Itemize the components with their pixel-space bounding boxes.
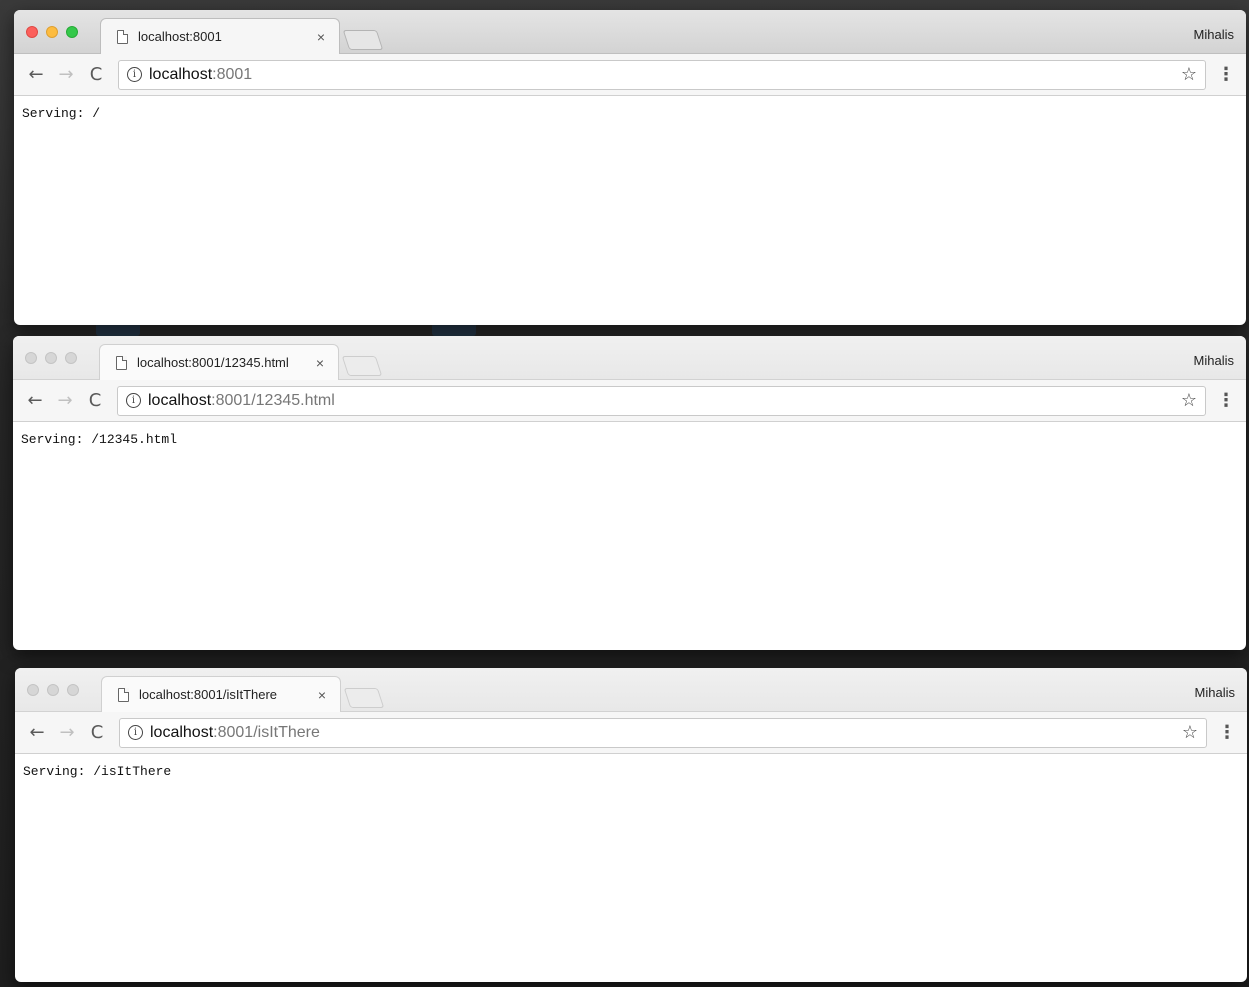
browser-window-2: localhost:8001/12345.html × Mihalis ← → … [13,336,1246,650]
browser-window-3: localhost:8001/isItThere × Mihalis ← → C… [15,668,1247,982]
back-arrow-icon[interactable]: ← [25,721,49,745]
window-controls [26,26,78,38]
toolbar: ← → C i localhost:8001/isItThere ☆ ⋮ [15,712,1247,754]
url-host: localhost [148,391,212,409]
close-window-button[interactable] [25,352,37,364]
page-icon [118,687,129,702]
back-arrow-icon[interactable]: ← [23,389,47,413]
profile-button[interactable]: Mihalis [1194,353,1234,368]
toolbar: ← → C i localhost:8001 ☆ ⋮ [14,54,1246,96]
title-bar: localhost:8001/12345.html × Mihalis [13,336,1246,380]
forward-arrow-icon[interactable]: → [53,389,77,413]
bookmark-star-icon[interactable]: ☆ [1181,390,1197,411]
browser-tab[interactable]: localhost:8001/12345.html × [99,344,339,380]
close-window-button[interactable] [26,26,38,38]
page-content: Serving: /12345.html [13,422,1246,457]
menu-icon[interactable]: ⋮ [1215,722,1239,743]
title-bar: localhost:8001/isItThere × Mihalis [15,668,1247,712]
menu-icon[interactable]: ⋮ [1214,64,1238,85]
address-bar[interactable]: i localhost:8001/isItThere ☆ [119,717,1207,748]
close-tab-icon[interactable]: × [314,687,330,703]
info-icon[interactable]: i [127,67,142,82]
menu-icon[interactable]: ⋮ [1214,390,1238,411]
close-tab-icon[interactable]: × [313,29,329,45]
reload-icon[interactable]: C [83,389,107,413]
minimize-window-button[interactable] [46,26,58,38]
window-controls [25,352,77,364]
tab-title: localhost:8001/isItThere [139,687,278,702]
page-content: Serving: /isItThere [15,754,1247,789]
new-tab-button[interactable] [341,356,383,376]
new-tab-button[interactable] [342,30,384,50]
minimize-window-button[interactable] [45,352,57,364]
window-controls [27,684,79,696]
url-path: :8001/12345.html [211,391,335,409]
back-arrow-icon[interactable]: ← [24,63,48,87]
zoom-window-button[interactable] [67,684,79,696]
new-tab-button[interactable] [343,688,385,708]
profile-button[interactable]: Mihalis [1194,27,1234,42]
reload-icon[interactable]: C [85,721,109,745]
close-tab-icon[interactable]: × [312,355,328,371]
url-text: localhost:8001/isItThere [150,724,320,742]
browser-tab[interactable]: localhost:8001 × [100,18,340,54]
forward-arrow-icon[interactable]: → [54,63,78,87]
address-bar[interactable]: i localhost:8001 ☆ [118,59,1206,90]
page-icon [116,355,127,370]
tab-title: localhost:8001/12345.html [137,355,289,370]
page-content: Serving: / [14,96,1246,131]
bookmark-star-icon[interactable]: ☆ [1182,722,1198,743]
info-icon[interactable]: i [128,725,143,740]
url-host: localhost [149,65,213,83]
profile-button[interactable]: Mihalis [1195,685,1235,700]
url-text: localhost:8001 [149,66,252,84]
close-window-button[interactable] [27,684,39,696]
browser-tab[interactable]: localhost:8001/isItThere × [101,676,341,712]
tab-title: localhost:8001 [138,29,222,44]
url-path: :8001 [212,65,253,83]
zoom-window-button[interactable] [66,26,78,38]
address-bar[interactable]: i localhost:8001/12345.html ☆ [117,385,1206,416]
minimize-window-button[interactable] [47,684,59,696]
zoom-window-button[interactable] [65,352,77,364]
reload-icon[interactable]: C [84,63,108,87]
url-path: :8001/isItThere [213,723,320,741]
page-icon [117,29,128,44]
bookmark-star-icon[interactable]: ☆ [1181,64,1197,85]
url-host: localhost [150,723,214,741]
url-text: localhost:8001/12345.html [148,392,335,410]
forward-arrow-icon[interactable]: → [55,721,79,745]
toolbar: ← → C i localhost:8001/12345.html ☆ ⋮ [13,380,1246,422]
browser-window-1: localhost:8001 × Mihalis ← → C i localho… [14,10,1246,325]
info-icon[interactable]: i [126,393,141,408]
title-bar: localhost:8001 × Mihalis [14,10,1246,54]
